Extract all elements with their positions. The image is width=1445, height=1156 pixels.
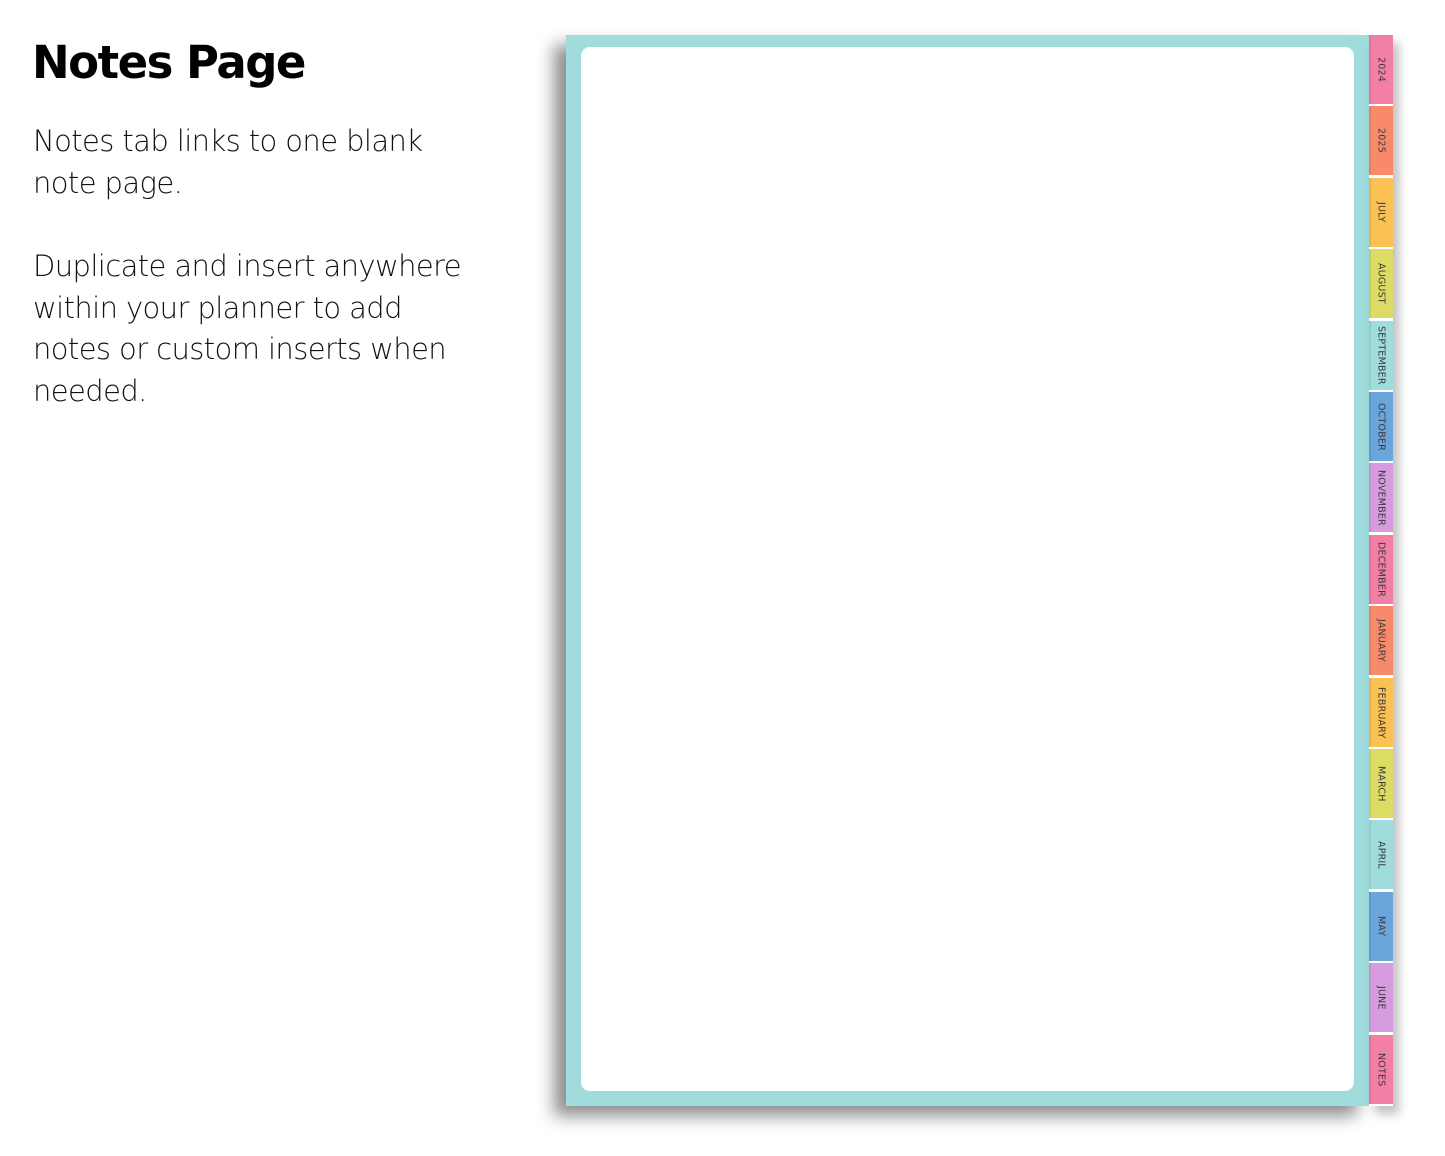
- tab-label: APRIL: [1375, 840, 1387, 869]
- tab-2025[interactable]: 2025: [1369, 106, 1393, 177]
- tab-notes[interactable]: NOTES: [1369, 1035, 1393, 1106]
- description-paragraph-2: Duplicate and insert anywhere within you…: [33, 249, 462, 408]
- tab-november[interactable]: NOVEMBER: [1369, 463, 1393, 534]
- tab-label: 2024: [1375, 57, 1387, 82]
- tab-september[interactable]: SEPTEMBER: [1369, 321, 1393, 392]
- tab-april[interactable]: APRIL: [1369, 820, 1393, 891]
- tab-label: DECEMBER: [1375, 542, 1387, 597]
- description-paragraph-1: Notes tab links to one blank note page.: [33, 124, 423, 200]
- tab-label: MAY: [1375, 916, 1387, 937]
- tab-december[interactable]: DECEMBER: [1369, 535, 1393, 606]
- tab-label: SEPTEMBER: [1375, 326, 1387, 385]
- tab-label: NOTES: [1375, 1052, 1387, 1087]
- page-title: Notes Page: [32, 36, 306, 89]
- tab-march[interactable]: MARCH: [1369, 749, 1393, 820]
- planner-page: [566, 35, 1369, 1106]
- tab-label: FEBRUARY: [1375, 686, 1387, 739]
- tab-label: JUNE: [1375, 985, 1387, 1010]
- tab-october[interactable]: OCTOBER: [1369, 392, 1393, 463]
- tab-label: MARCH: [1375, 765, 1387, 802]
- tab-august[interactable]: AUGUST: [1369, 249, 1393, 320]
- tab-july[interactable]: JULY: [1369, 178, 1393, 249]
- tab-label: JULY: [1375, 202, 1387, 223]
- planner-tab-strip: 2024 2025 JULY AUGUST SEPTEMBER OCTOBER NOVEMB…: [1369, 35, 1393, 1106]
- tab-may[interactable]: MAY: [1369, 892, 1393, 963]
- tab-february[interactable]: FEBRUARY: [1369, 678, 1393, 749]
- tab-label: 2025: [1375, 128, 1387, 153]
- tab-label: JANUARY: [1375, 619, 1387, 662]
- blank-note-area[interactable]: [581, 47, 1354, 1091]
- tab-label: NOVEMBER: [1375, 469, 1387, 526]
- tab-june[interactable]: JUNE: [1369, 963, 1393, 1034]
- tab-2024[interactable]: 2024: [1369, 35, 1393, 106]
- tab-label: OCTOBER: [1375, 402, 1387, 451]
- tab-label: AUGUST: [1375, 263, 1387, 304]
- tab-january[interactable]: JANUARY: [1369, 606, 1393, 677]
